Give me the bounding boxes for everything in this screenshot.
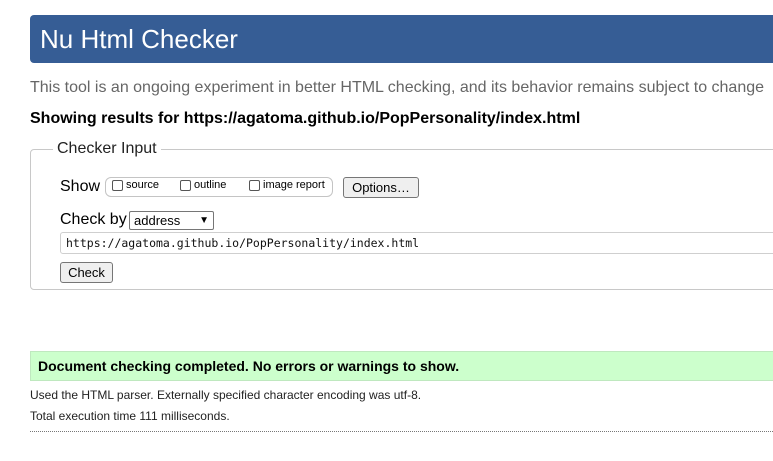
success-message: Document checking completed. No errors o… <box>30 351 773 381</box>
image-report-checkbox[interactable] <box>249 179 260 191</box>
chevron-down-icon: ▼ <box>199 215 209 226</box>
url-input[interactable]: https://agatoma.github.io/PopPersonality… <box>60 232 773 254</box>
show-outline-option[interactable]: outline <box>180 179 226 191</box>
image-report-checkbox-label: image report <box>263 179 325 191</box>
page-title: Nu Html Checker <box>40 24 238 54</box>
check-by-selected-value: address <box>134 213 181 228</box>
header-banner: Nu Html Checker <box>30 15 773 63</box>
show-image-report-option[interactable]: image report <box>249 179 325 191</box>
divider <box>30 431 773 432</box>
options-button[interactable]: Options… <box>343 177 419 198</box>
intro-text: This tool is an ongoing experiment in be… <box>30 79 765 96</box>
show-options-group: source outline image report <box>105 177 333 197</box>
checker-input-legend: Checker Input <box>57 140 157 157</box>
source-checkbox[interactable] <box>112 179 123 191</box>
results-heading: Showing results for https://agatoma.gith… <box>30 110 581 127</box>
outline-checkbox[interactable] <box>180 179 191 191</box>
execution-time: Total execution time 111 milliseconds. <box>30 409 230 423</box>
check-button[interactable]: Check <box>60 262 113 283</box>
outline-checkbox-label: outline <box>194 179 227 191</box>
source-checkbox-label: source <box>126 179 160 191</box>
check-by-label: Check by <box>60 211 127 228</box>
parser-info: Used the HTML parser. Externally specifi… <box>30 388 422 402</box>
show-source-option[interactable]: source <box>112 179 159 191</box>
check-by-select[interactable]: address ▼ <box>129 211 214 230</box>
show-label: Show <box>60 178 101 195</box>
